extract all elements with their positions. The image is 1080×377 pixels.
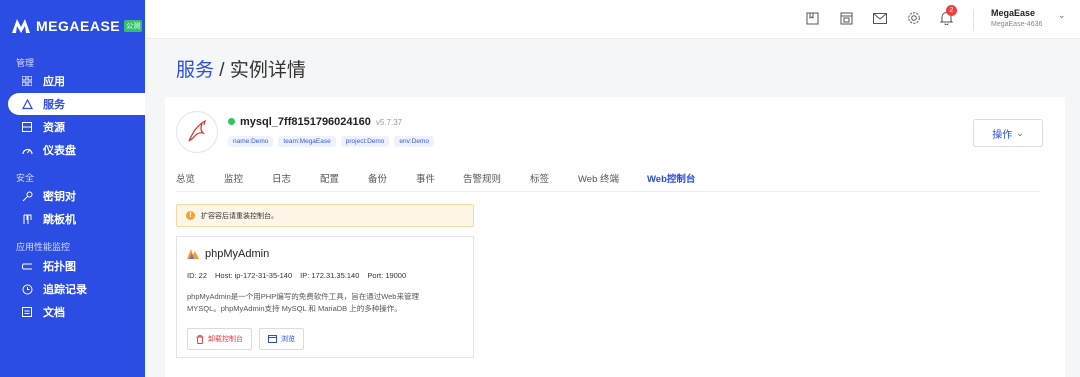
- tag: name:Demo: [228, 136, 274, 147]
- console-description: phpMyAdmin是一个用PHP编写的免费软件工具，旨在通过Web来管理 MY…: [187, 291, 457, 315]
- user-name[interactable]: MegaEase: [991, 8, 1035, 18]
- tab-alert-rules[interactable]: 告警规则: [463, 171, 501, 185]
- section-title-manage: 管理: [16, 58, 35, 68]
- notification-badge: 2: [946, 5, 957, 16]
- breadcrumb: 服务 / 实例详情: [176, 55, 306, 82]
- bookmark-icon[interactable]: [804, 10, 820, 26]
- sidebar-item-label: 密钥对: [43, 191, 76, 203]
- service-name: mysql_7ff8151796024160: [240, 116, 371, 128]
- sidebar: MEGAEASE 公测 管理 应用 服务 资源 仪表盘 安全 密钥对 跳板机 应…: [0, 0, 145, 377]
- sidebar-item-label: 跳板机: [43, 214, 76, 226]
- service-version: v5.7.37: [375, 118, 403, 127]
- gear-icon[interactable]: [906, 10, 922, 26]
- tab-events[interactable]: 事件: [416, 171, 435, 185]
- console-port: Port: 19000: [367, 271, 407, 280]
- status-dot: [228, 118, 235, 125]
- trace-icon: [21, 283, 33, 295]
- megaease-logo-icon: [12, 19, 30, 33]
- section-title-security: 安全: [16, 173, 35, 183]
- sidebar-item-label: 追踪记录: [43, 284, 87, 296]
- description-line: phpMyAdmin是一个用PHP编写的免费软件工具，旨在通过Web来管理: [187, 292, 419, 301]
- warning-icon: !: [186, 211, 195, 220]
- tag: team:MegaEase: [278, 136, 336, 147]
- beta-badge: 公测: [124, 20, 143, 32]
- brand-logo[interactable]: MEGAEASE 公测: [12, 17, 143, 35]
- tab-labels[interactable]: 标签: [530, 171, 549, 185]
- sidebar-item-jump-host[interactable]: 跳板机: [8, 208, 145, 230]
- sidebar-item-dashboard[interactable]: 仪表盘: [8, 139, 145, 161]
- console-icon[interactable]: [838, 10, 854, 26]
- sidebar-item-apps[interactable]: 应用: [8, 70, 145, 92]
- console-card: phpMyAdmin ID: 22 Host: ip-172-31-35-140…: [176, 236, 474, 358]
- doc-icon: [21, 306, 33, 318]
- mail-icon[interactable]: [872, 10, 888, 26]
- browser-icon: [268, 335, 277, 343]
- alert-text: 扩容容后请重装控制台。: [201, 212, 278, 220]
- key-icon: [21, 190, 33, 202]
- console-name: phpMyAdmin: [205, 248, 270, 260]
- tag-list: name:Demo team:MegaEase project:Demo env…: [228, 136, 435, 147]
- chevron-down-icon: ⌄: [1016, 127, 1024, 138]
- page-title: 实例详情: [229, 60, 306, 81]
- phpmyadmin-icon: [187, 249, 199, 259]
- grid-icon: [21, 75, 33, 87]
- tab-backup[interactable]: 备份: [368, 171, 387, 185]
- browse-button[interactable]: 浏览: [259, 328, 304, 350]
- tab-web-console[interactable]: Web控制台: [647, 171, 695, 185]
- console-id: ID: 22: [187, 271, 208, 280]
- user-divider: [973, 9, 974, 31]
- mysql-dolphin-icon: [188, 119, 206, 142]
- tab-logs[interactable]: 日志: [272, 171, 291, 185]
- chevron-down-icon[interactable]: ⌄: [1058, 10, 1066, 21]
- info-alert: ! 扩容容后请重装控制台。: [176, 204, 474, 227]
- sidebar-item-label: 资源: [43, 122, 65, 134]
- sidebar-item-label: 服务: [43, 99, 65, 111]
- tab-overview[interactable]: 总览: [176, 171, 195, 185]
- description-line: MYSQL。phpMyAdmin支持 MySQL 和 MariaDB 上的多种操…: [187, 304, 402, 313]
- sidebar-item-trace[interactable]: 追踪记录: [8, 278, 145, 300]
- sidebar-item-label: 拓扑图: [43, 261, 76, 273]
- services-icon: [21, 98, 33, 110]
- tab-bar: 总览 监控 日志 配置 备份 事件 告警规则 标签 Web 终端 Web控制台: [176, 168, 1040, 192]
- mysql-avatar: [176, 111, 218, 153]
- tag: env:Demo: [394, 136, 435, 147]
- tag: project:Demo: [340, 136, 390, 147]
- actions-label: 操作: [992, 129, 1013, 141]
- console-info: ID: 22 Host: ip-172-31-35-140 IP: 172.31…: [187, 271, 406, 280]
- tab-web-terminal[interactable]: Web 终端: [578, 171, 619, 185]
- service-title: mysql_7ff8151796024160 v5.7.37: [228, 116, 402, 128]
- dashboard-icon: [21, 144, 33, 156]
- sidebar-item-topology[interactable]: 拓扑图: [8, 255, 145, 277]
- brand-name: MEGAEASE: [36, 18, 121, 34]
- console-host: Host: ip-172-31-35-140: [215, 271, 293, 280]
- browse-label: 浏览: [281, 336, 295, 343]
- sidebar-item-keypairs[interactable]: 密钥对: [8, 185, 145, 207]
- sidebar-item-services[interactable]: 服务: [8, 93, 145, 115]
- sidebar-item-docs[interactable]: 文档: [8, 301, 145, 323]
- breadcrumb-separator: /: [214, 60, 230, 81]
- console-ip: IP: 172.31.35.140: [300, 271, 360, 280]
- tab-config[interactable]: 配置: [320, 171, 339, 185]
- breadcrumb-services-link[interactable]: 服务: [176, 60, 214, 81]
- sidebar-item-resources[interactable]: 资源: [8, 116, 145, 138]
- user-account: MegaEase-4636: [991, 21, 1043, 28]
- trash-icon: [196, 334, 204, 344]
- tab-monitoring[interactable]: 监控: [224, 171, 243, 185]
- uninstall-label: 卸载控制台: [208, 336, 243, 343]
- sidebar-item-label: 应用: [43, 76, 65, 88]
- uninstall-console-button[interactable]: 卸载控制台: [187, 328, 252, 350]
- sidebar-item-label: 仪表盘: [43, 145, 76, 157]
- sidebar-item-label: 文档: [43, 307, 65, 319]
- console-title: phpMyAdmin: [187, 248, 269, 260]
- topology-icon: [21, 260, 33, 272]
- resource-icon: [21, 121, 33, 133]
- jump-host-icon: [21, 213, 33, 225]
- section-title-apm: 应用性能监控: [16, 242, 71, 252]
- actions-dropdown-button[interactable]: 操作 ⌄: [973, 119, 1043, 147]
